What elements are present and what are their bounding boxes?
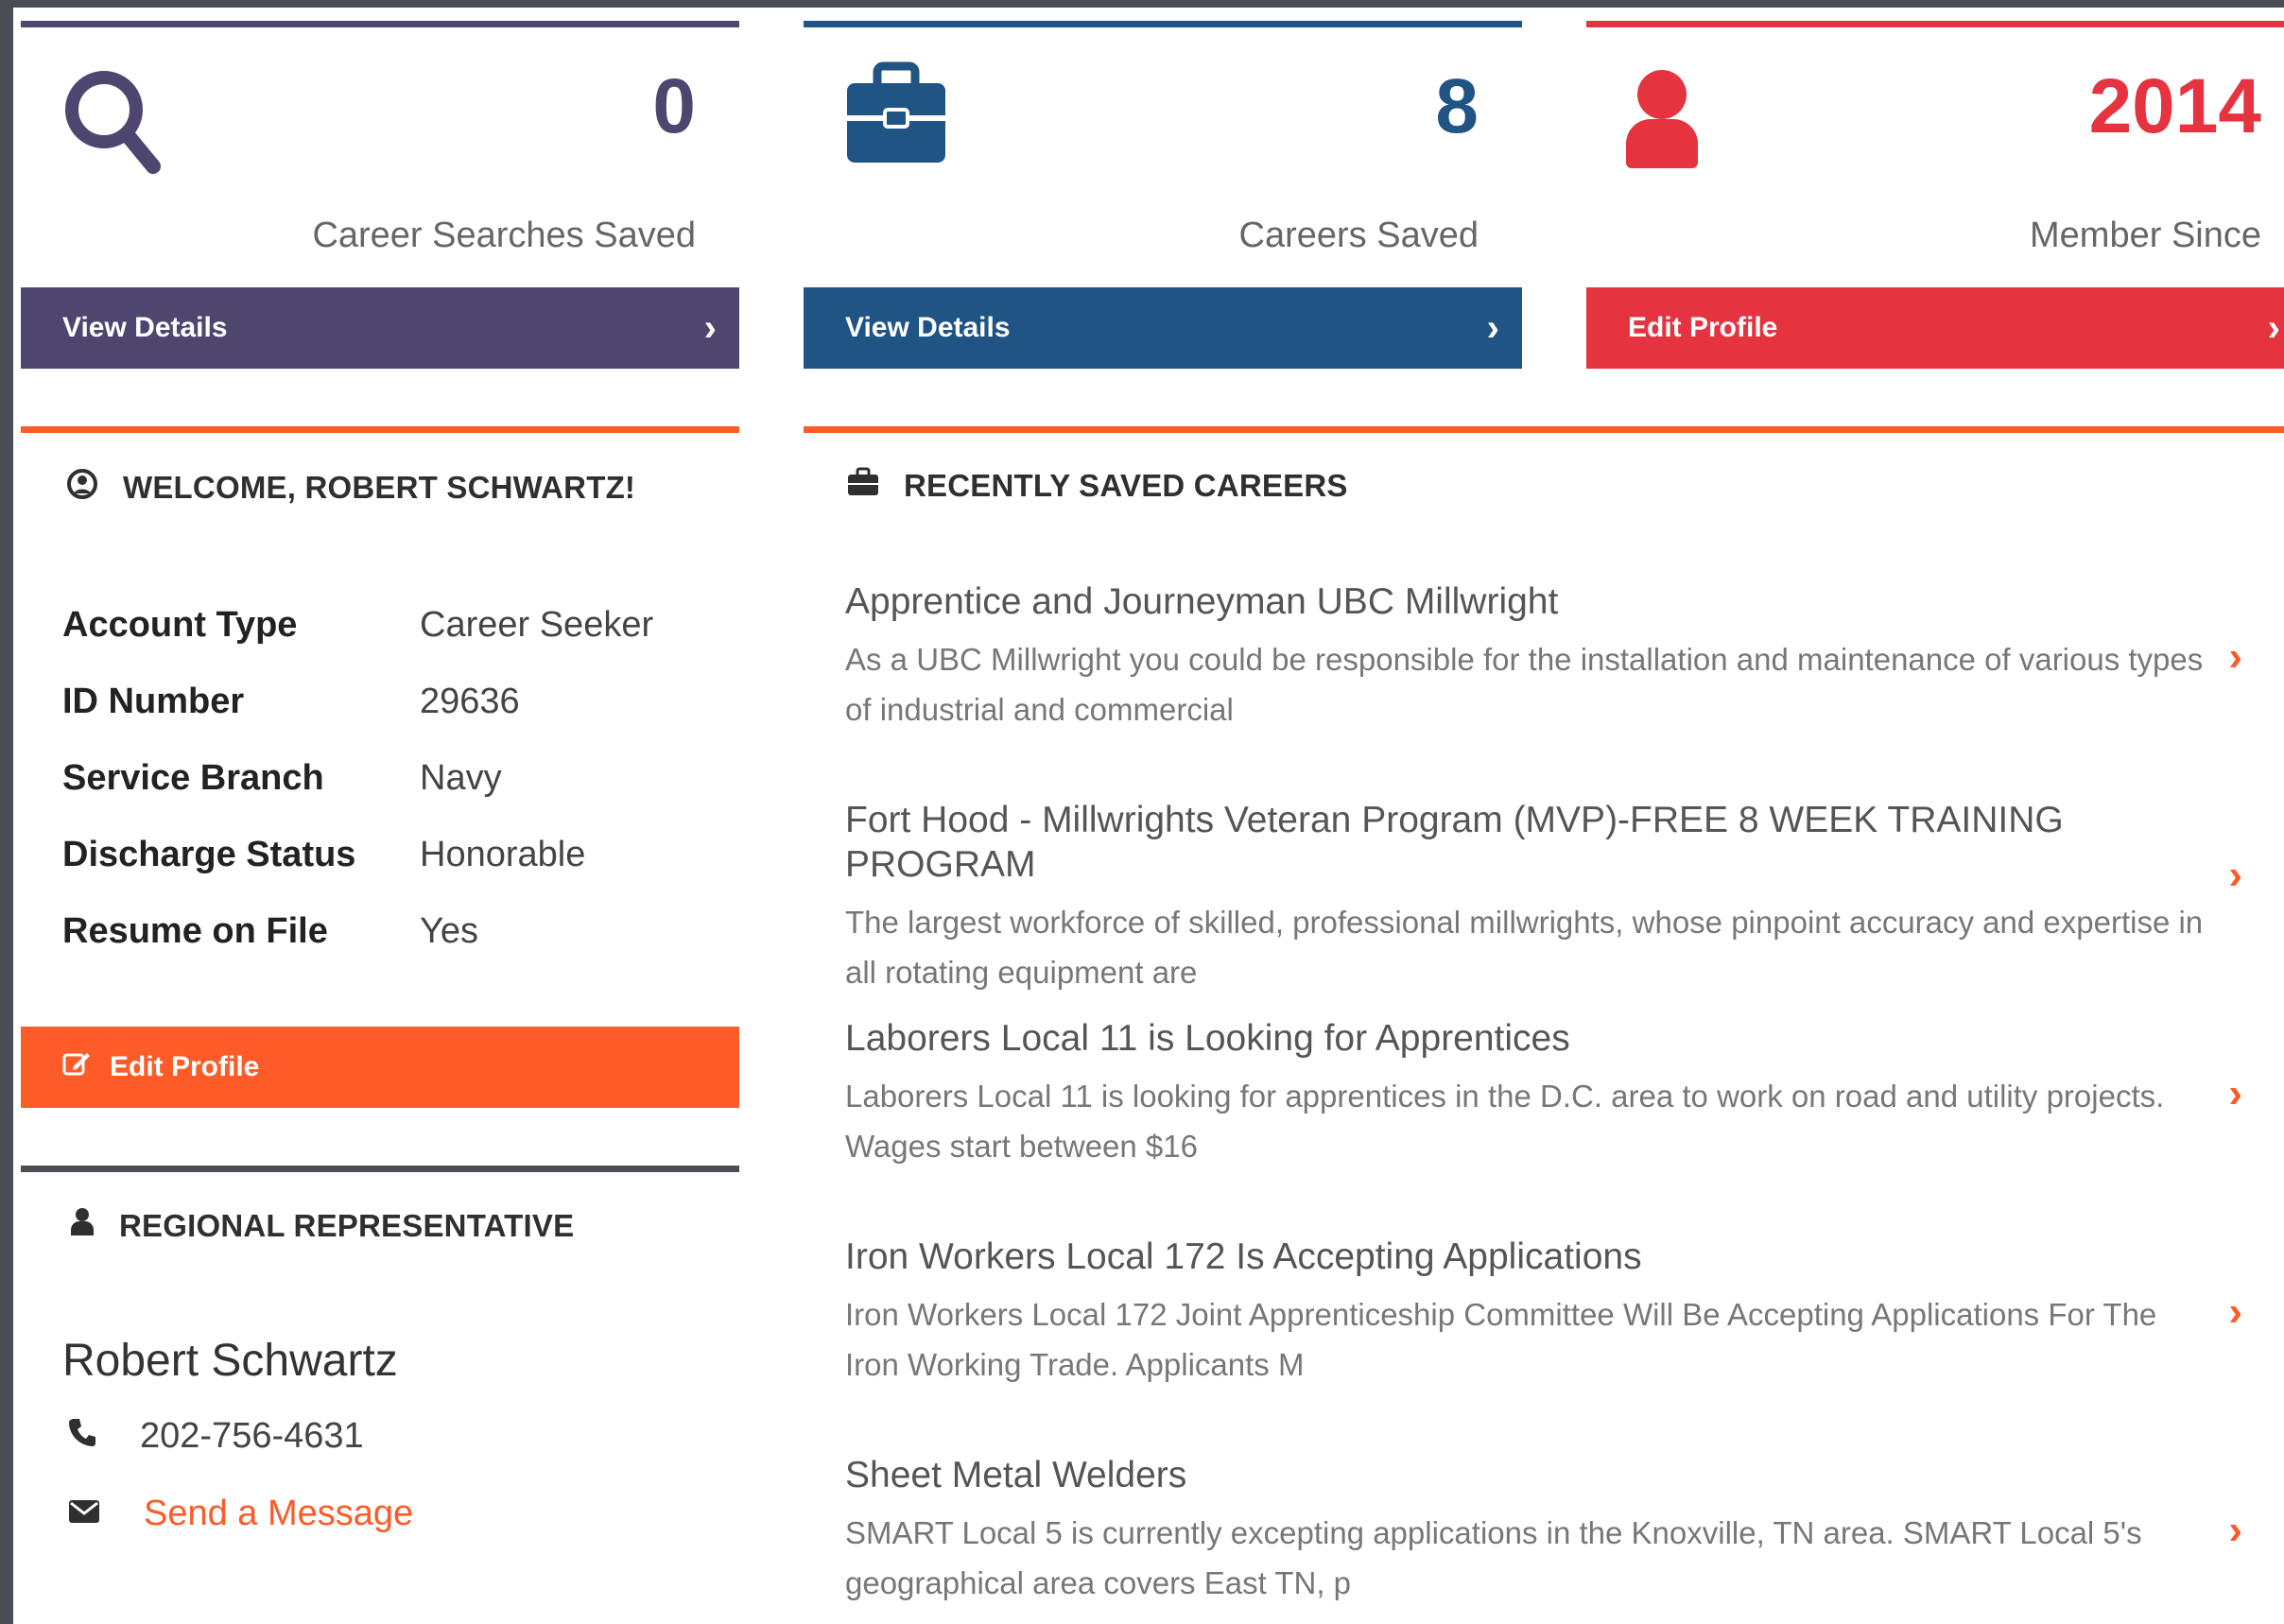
info-row: Service Branch Navy — [62, 758, 667, 815]
stat-label: Career Searches Saved — [312, 216, 696, 255]
chevron-right-icon[interactable]: › — [2228, 1507, 2242, 1554]
info-label: Discharge Status — [62, 835, 356, 874]
stat-count: 0 — [652, 63, 696, 149]
career-list-item[interactable]: Apprentice and Journeyman UBC Millwright… — [845, 580, 2263, 734]
view-details-button[interactable]: View Details › — [21, 287, 739, 369]
phone-row: 202-756-4631 — [68, 1416, 364, 1457]
edit-profile-button[interactable]: Edit Profile — [21, 1027, 739, 1108]
window-top-edge — [0, 0, 2284, 8]
view-details-button[interactable]: View Details › — [804, 287, 1522, 369]
card-top-bar — [21, 21, 739, 27]
career-description: Laborers Local 11 is looking for apprent… — [845, 1078, 2165, 1164]
button-label: View Details — [62, 312, 228, 343]
info-label: Service Branch — [62, 758, 324, 798]
info-value: Honorable — [420, 835, 586, 874]
info-label: ID Number — [62, 682, 245, 721]
info-row: ID Number 29636 — [62, 682, 667, 738]
info-row: Account Type Career Seeker — [62, 605, 667, 662]
stat-card-member-since: 2014 Member Since Edit Profile › — [1586, 21, 2284, 369]
career-title[interactable]: Apprentice and Journeyman UBC Millwright — [845, 580, 2263, 625]
stat-label: Careers Saved — [1238, 216, 1479, 255]
edit-icon — [62, 1049, 91, 1085]
representative-phone: 202-756-4631 — [140, 1416, 364, 1456]
info-value: Career Seeker — [420, 605, 654, 645]
window-left-edge — [0, 0, 13, 1624]
envelope-icon — [68, 1494, 100, 1534]
career-description: As a UBC Millwright you could be respons… — [845, 641, 2204, 727]
career-title[interactable]: Iron Workers Local 172 Is Accepting Appl… — [845, 1235, 2263, 1280]
search-icon — [61, 66, 164, 184]
career-list-item[interactable]: Sheet Metal Welders SMART Local 5 is cur… — [845, 1454, 2263, 1608]
representative-panel-top-bar — [21, 1166, 739, 1172]
career-description: SMART Local 5 is currently excepting app… — [845, 1514, 2142, 1600]
career-description: The largest workforce of skilled, profes… — [845, 904, 2204, 990]
representative-name: Robert Schwartz — [62, 1336, 398, 1386]
welcome-title: WELCOME, ROBERT SCHWARTZ! — [123, 470, 636, 505]
info-row: Discharge Status Honorable — [62, 835, 667, 891]
stat-card-career-searches: 0 Career Searches Saved View Details › — [21, 21, 739, 369]
edit-profile-button[interactable]: Edit Profile › — [1586, 287, 2284, 369]
briefcase-icon — [845, 60, 947, 169]
career-description: Iron Workers Local 172 Joint Apprentices… — [845, 1296, 2157, 1382]
welcome-panel-top-bar — [21, 426, 739, 433]
careers-panel-top-bar — [804, 426, 2284, 433]
card-top-bar — [804, 21, 1522, 27]
button-label: Edit Profile — [1628, 312, 1778, 343]
info-row: Resume on File Yes — [62, 911, 667, 968]
career-title[interactable]: Laborers Local 11 is Looking for Apprent… — [845, 1017, 2263, 1062]
briefcase-icon — [847, 467, 879, 505]
chevron-right-icon: › — [1486, 307, 1499, 349]
representative-panel-header: REGIONAL REPRESENTATIVE — [70, 1207, 574, 1245]
chevron-right-icon: › — [2267, 307, 2280, 349]
chevron-right-icon[interactable]: › — [2228, 852, 2242, 899]
card-top-bar — [1586, 21, 2284, 27]
careers-panel-header: RECENTLY SAVED CAREERS — [847, 467, 1348, 505]
send-message-link[interactable]: Send a Message — [144, 1494, 413, 1534]
career-title[interactable]: Sheet Metal Welders — [845, 1454, 2263, 1498]
chevron-right-icon: › — [703, 307, 717, 349]
welcome-panel-header: WELCOME, ROBERT SCHWARTZ! — [66, 467, 635, 509]
user-icon — [70, 1207, 95, 1245]
chevron-right-icon[interactable]: › — [2228, 1288, 2242, 1336]
representative-title: REGIONAL REPRESENTATIVE — [119, 1208, 575, 1243]
chevron-right-icon[interactable]: › — [2228, 1070, 2242, 1117]
user-icon — [1624, 68, 1700, 175]
info-value: 29636 — [420, 682, 520, 721]
stat-count: 2014 — [2088, 63, 2261, 149]
user-circle-icon — [66, 467, 98, 509]
message-row: Send a Message — [68, 1494, 413, 1534]
stat-label: Member Since — [2030, 216, 2261, 255]
info-label: Resume on File — [62, 911, 328, 951]
stat-card-careers-saved: 8 Careers Saved View Details › — [804, 21, 1522, 369]
career-list-item[interactable]: Laborers Local 11 is Looking for Apprent… — [845, 1017, 2263, 1171]
careers-title: RECENTLY SAVED CAREERS — [904, 468, 1348, 503]
career-list-item[interactable]: Fort Hood - Millwrights Veteran Program … — [845, 799, 2263, 997]
info-value: Navy — [420, 758, 502, 798]
button-label: Edit Profile — [110, 1051, 260, 1082]
button-label: View Details — [845, 312, 1011, 343]
phone-icon — [68, 1416, 96, 1457]
info-value: Yes — [420, 911, 478, 951]
info-label: Account Type — [62, 605, 298, 645]
career-list-item[interactable]: Iron Workers Local 172 Is Accepting Appl… — [845, 1235, 2263, 1390]
career-title[interactable]: Fort Hood - Millwrights Veteran Program … — [845, 799, 2263, 888]
chevron-right-icon[interactable]: › — [2228, 633, 2242, 681]
stat-count: 8 — [1435, 63, 1479, 149]
